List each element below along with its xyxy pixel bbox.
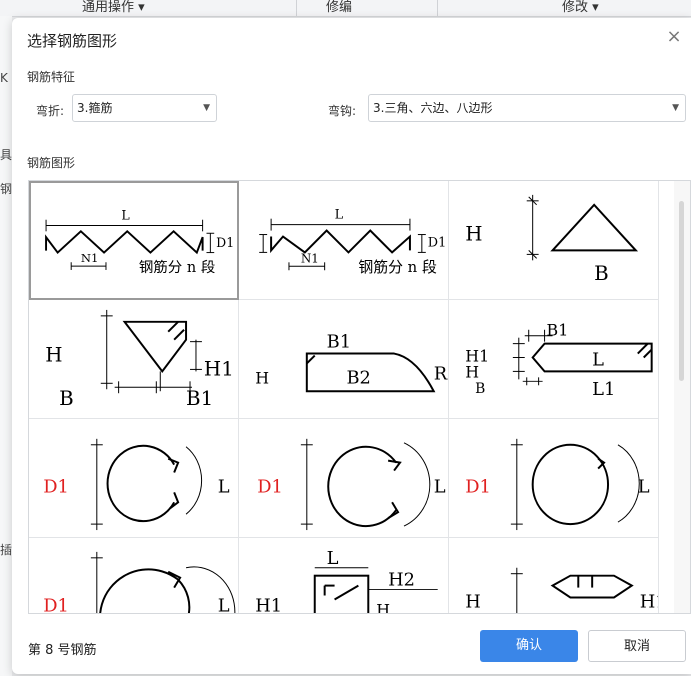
label-R: R <box>434 363 448 384</box>
hook-select[interactable]: 3.三角、六边、八边形 ▼ <box>368 94 686 122</box>
shape-cell-6[interactable]: H1 H B B1 L L1 <box>449 300 659 419</box>
shape-cell-3[interactable]: H B <box>449 181 659 300</box>
shape-diagram: H1 H B B1 L L1 <box>465 321 653 400</box>
chevron-down-icon: ▼ <box>203 103 210 113</box>
label-D1: D1 <box>43 476 69 497</box>
label-D1: D1 <box>428 235 447 250</box>
shape-cell-1[interactable]: L D1 N1 钢筋分 n 段 <box>29 181 239 300</box>
shape-diagram: H B1 B2 R <box>255 332 448 393</box>
label-B2: B2 <box>346 367 370 388</box>
bend-label: 弯折: <box>36 104 65 118</box>
shape-cell-11[interactable]: L H1 H2 H <box>239 538 449 614</box>
label-H2: H2 <box>388 570 415 591</box>
label-B: B <box>475 381 485 397</box>
label-L: L <box>121 208 130 223</box>
label-D1: D1 <box>257 476 283 497</box>
shape-cell-2[interactable]: L D1 N1 钢筋分 n 段 <box>239 181 449 300</box>
label-H: H <box>465 222 482 245</box>
label-H: H <box>465 362 479 381</box>
label-D1: D1 <box>465 476 491 497</box>
label-H: H <box>465 591 481 612</box>
label-H: H <box>45 343 62 366</box>
bg-divider <box>296 0 297 16</box>
hook-select-value: 3.三角、六边、八边形 <box>373 101 493 115</box>
feature-section-label: 钢筋特征 <box>27 70 76 84</box>
close-icon[interactable]: × <box>663 26 685 48</box>
hook-label: 弯钩: <box>328 104 357 118</box>
label-B1: B1 <box>186 387 213 410</box>
label-L: L <box>327 548 339 569</box>
bg-edge-text: 具 <box>0 148 13 162</box>
shape-diagram: L H1 H2 H <box>255 548 438 614</box>
label-note: 钢筋分 n 段 <box>358 258 437 276</box>
bg-tab-modify[interactable]: 修改 ▾ <box>562 0 599 15</box>
label-B1: B1 <box>547 321 569 340</box>
bend-select[interactable]: 3.箍筋 ▼ <box>72 94 217 122</box>
label-L: L <box>638 476 650 497</box>
shape-diagram: L D1 N1 钢筋分 n 段 <box>45 208 234 276</box>
shape-cell-5[interactable]: H B1 B2 R <box>239 300 449 419</box>
label-D1: D1 <box>43 595 69 614</box>
label-H: H <box>376 600 390 614</box>
shape-diagram: D1 L <box>257 438 446 531</box>
shape-diagram: D1 L <box>465 438 650 531</box>
chevron-down-icon: ▼ <box>672 103 679 113</box>
shape-diagram: D1 L <box>43 551 236 614</box>
label-L1: L1 <box>592 379 615 400</box>
shape-grid: L D1 N1 钢筋分 n 段 L D1 N1 钢筋分 n 段 H B H B … <box>28 180 691 614</box>
dialog-title: 选择钢筋图形 <box>27 32 118 50</box>
label-note: 钢筋分 n 段 <box>139 259 215 276</box>
label-B: B <box>59 387 74 410</box>
confirm-button[interactable]: 确认 <box>480 630 578 662</box>
shape-diagram: H H1 <box>465 567 658 613</box>
label-H1: H1 <box>255 595 282 614</box>
label-B1: B1 <box>327 332 351 353</box>
grid-scrollbar[interactable] <box>674 181 690 613</box>
label-H1: H1 <box>640 591 658 612</box>
label-B: B <box>594 262 609 285</box>
shape-cell-4[interactable]: H B H1 B1 <box>29 300 239 419</box>
label-N1: N1 <box>81 251 99 265</box>
label-L: L <box>592 349 604 370</box>
label-L: L <box>218 476 230 497</box>
shape-cell-12[interactable]: H H1 <box>449 538 659 613</box>
bg-edge-text: K <box>0 71 8 85</box>
shape-diagram: L D1 N1 钢筋分 n 段 <box>259 208 447 276</box>
background-left-panel: K 具 钢 插 <box>0 16 12 676</box>
label-N1: N1 <box>301 251 319 265</box>
scrollbar-thumb[interactable] <box>679 201 684 381</box>
label-D1: D1 <box>216 235 234 250</box>
shape-diagram: D1 L <box>43 438 230 531</box>
label-L: L <box>335 208 344 223</box>
shape-diagram: H B <box>465 194 639 285</box>
label-L: L <box>218 595 230 614</box>
label-H1: H1 <box>204 357 234 380</box>
bg-divider <box>437 0 438 16</box>
bg-tab-edit[interactable]: 修编 <box>326 0 352 15</box>
shape-cell-10[interactable]: D1 L <box>29 538 239 614</box>
shape-diagram: H B H1 B1 <box>45 309 234 410</box>
shape-cell-9[interactable]: D1 L <box>449 419 659 538</box>
selected-rebar-status: 第 8 号钢筋 <box>28 643 97 658</box>
shape-section-label: 钢筋图形 <box>27 156 76 170</box>
background-toolbar: 通用操作 ▾ 修编 修改 ▾ <box>0 0 691 17</box>
bg-tab-general[interactable]: 通用操作 ▾ <box>82 0 145 15</box>
select-rebar-shape-dialog: 选择钢筋图形 × 钢筋特征 弯折: 3.箍筋 ▼ 弯钩: 3.三角、六边、八边形… <box>12 18 691 674</box>
label-L: L <box>434 476 446 497</box>
cancel-button[interactable]: 取消 <box>588 630 686 662</box>
shape-cell-8[interactable]: D1 L <box>239 419 449 538</box>
bg-edge-text: 钢 <box>0 182 13 196</box>
label-H: H <box>255 368 269 387</box>
bend-select-value: 3.箍筋 <box>77 101 113 115</box>
shape-cell-7[interactable]: D1 L <box>29 419 239 538</box>
bg-edge-text: 插 <box>0 543 13 557</box>
